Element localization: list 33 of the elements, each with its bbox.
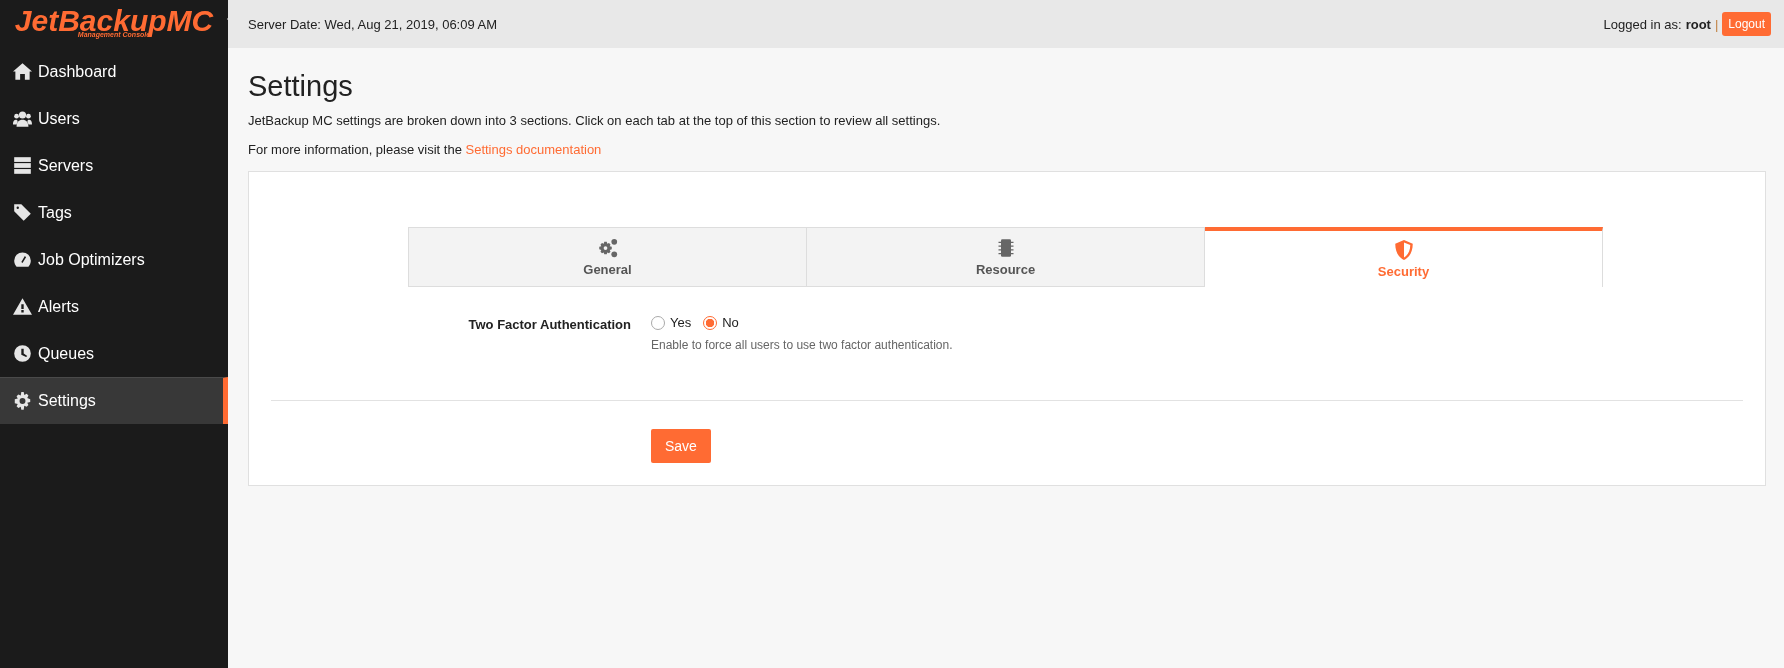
- gears-icon: [597, 237, 618, 258]
- server-date: Server Date: Wed, Aug 21, 2019, 06:09 AM: [248, 16, 498, 32]
- logged-in-label: Logged in as:: [1603, 16, 1682, 32]
- help-text: Enable to force all users to use two factor authentication.: [651, 338, 953, 352]
- radio-label[interactable]: No: [722, 315, 739, 330]
- sidebar-item[interactable]: Tags: [0, 189, 228, 236]
- shield-icon: [1393, 239, 1414, 260]
- sidebar-item[interactable]: Queues: [0, 330, 228, 377]
- radio-button[interactable]: [703, 315, 718, 330]
- radio-button[interactable]: [651, 315, 665, 330]
- sidebar-item[interactable]: Servers: [0, 142, 228, 189]
- field-label: Two Factor Authentication: [467, 316, 632, 334]
- tab[interactable]: Resource: [807, 227, 1205, 287]
- info-text: For more information, please visit the Settings documentation: [248, 142, 603, 157]
- sidebar-item[interactable]: Alerts: [0, 283, 228, 330]
- gauge-icon: [13, 250, 32, 269]
- tags-icon: [13, 203, 32, 222]
- clock-icon: [13, 344, 32, 363]
- warning-icon: [13, 297, 32, 316]
- tab[interactable]: General: [409, 227, 807, 287]
- page-title: Settings: [248, 70, 354, 103]
- sidebar-item[interactable]: Job Optimizers: [0, 236, 228, 283]
- settings-icon: [13, 391, 32, 411]
- intro-text: JetBackup MC settings are broken down into 3 sections. Click on each tab at the top of this section to review all settings.: [248, 113, 942, 128]
- username: root: [1685, 16, 1711, 32]
- sidebar-item[interactable]: Users: [0, 95, 228, 142]
- sidebar-item[interactable]: Settings: [0, 377, 228, 424]
- server-stack-icon: [13, 156, 32, 175]
- house-icon: [13, 62, 32, 81]
- sidebar-item[interactable]: Dashboard: [0, 48, 228, 95]
- radio-label[interactable]: Yes: [670, 315, 692, 330]
- users-icon: [13, 109, 32, 128]
- separator: |: [1714, 16, 1719, 32]
